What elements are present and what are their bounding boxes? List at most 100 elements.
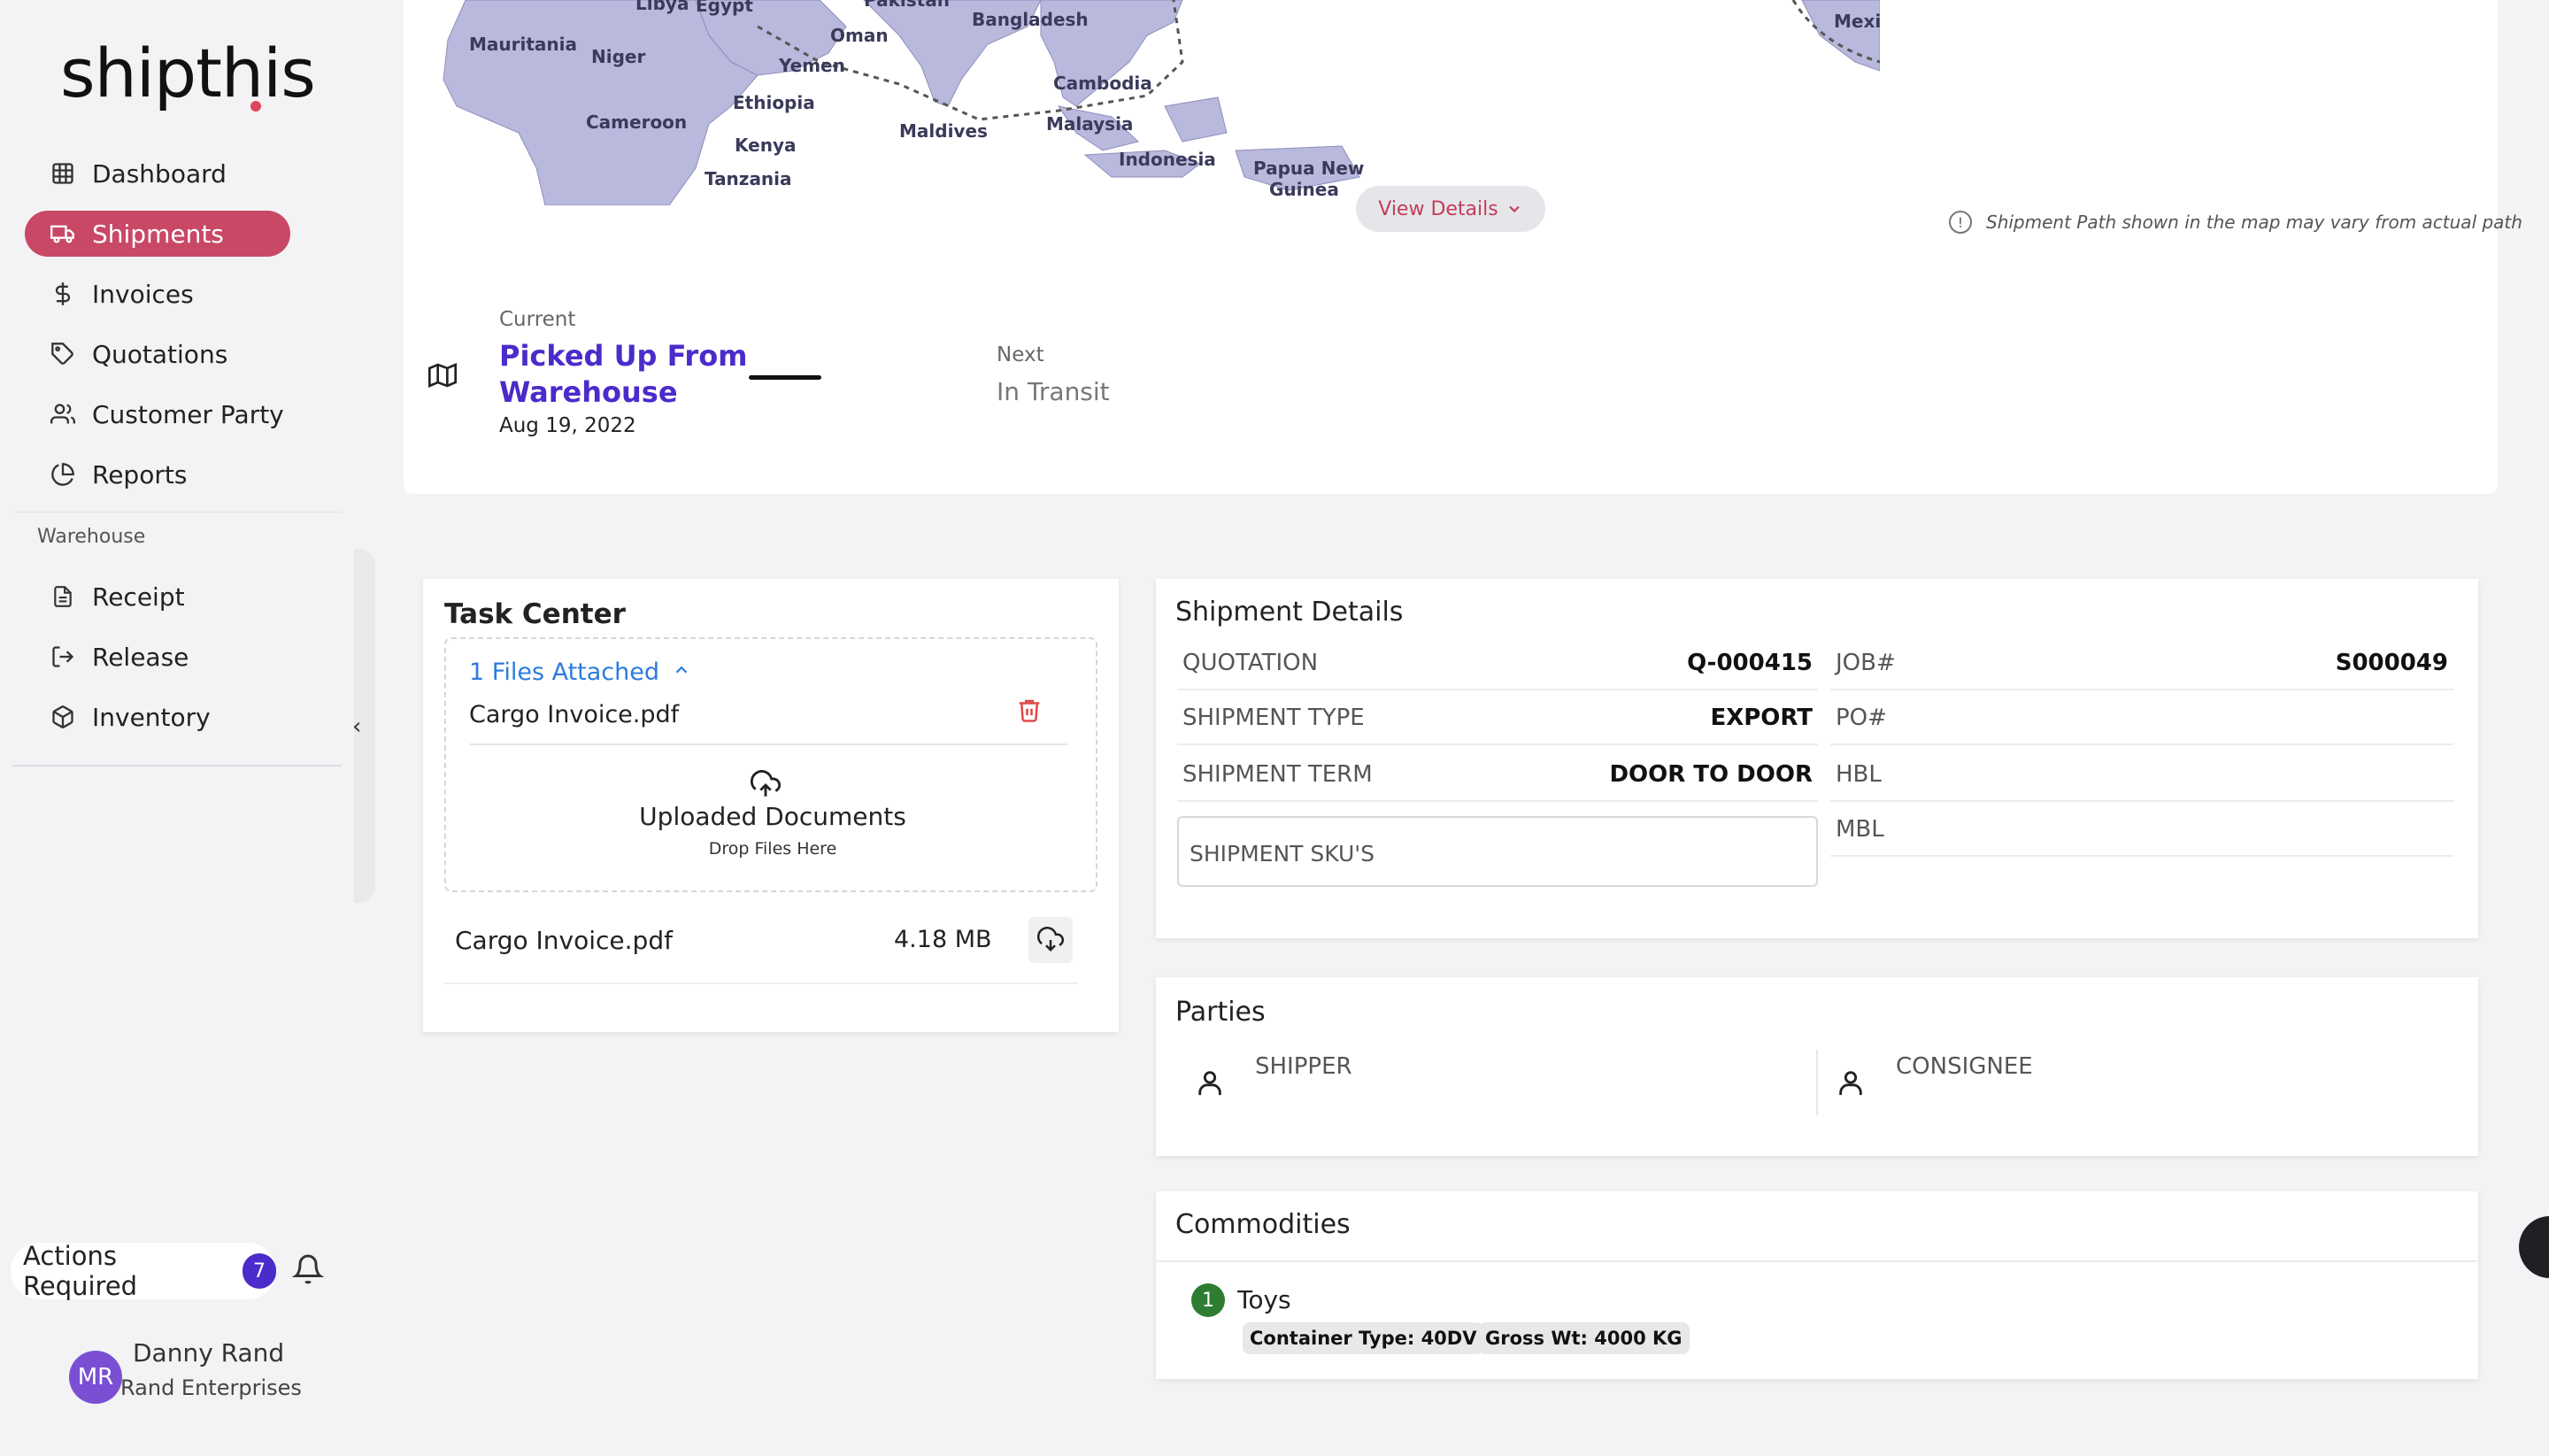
detail-key: JOB# xyxy=(1836,650,1896,676)
sidebar-item-receipt[interactable]: Receipt xyxy=(25,574,290,620)
map-disclaimer: ! Shipment Path shown in the map may var… xyxy=(1949,211,2522,234)
gross-weight-chip: Gross Wt: 4000 KG xyxy=(1478,1322,1690,1354)
shipper-label[interactable]: SHIPPER xyxy=(1255,1053,1352,1080)
grid-icon xyxy=(50,160,76,187)
map-icon[interactable] xyxy=(428,361,457,389)
detail-row-shipment-term: SHIPMENT TERM DOOR TO DOOR xyxy=(1177,747,1818,802)
shipment-sku-label: SHIPMENT SKU'S xyxy=(1190,841,1375,867)
chevron-left-icon[interactable]: ‹ xyxy=(352,713,370,740)
chat-launcher-button[interactable] xyxy=(2519,1216,2549,1278)
task-center-title: Task Center xyxy=(444,598,626,630)
sidebar-item-label: Inventory xyxy=(92,702,211,732)
consignee-label[interactable]: CONSIGNEE xyxy=(1896,1053,2033,1080)
file-icon xyxy=(50,583,76,610)
divider xyxy=(444,982,1078,984)
shipment-route-map[interactable]: Libya Egypt Pakistan Bangladesh Mexico M… xyxy=(404,0,1880,205)
sidebar-item-label: Customer Party xyxy=(92,399,284,429)
divider xyxy=(1156,1260,2478,1262)
commodities-card: Commodities 1 Toys Container Type: 40DV … xyxy=(1156,1191,2478,1379)
sidebar-item-customer-party[interactable]: Customer Party xyxy=(25,391,290,437)
detail-key: SHIPMENT TYPE xyxy=(1182,705,1365,731)
map-label: Tanzania xyxy=(705,168,792,189)
map-label: Kenya xyxy=(735,135,797,156)
map-label: Malaysia xyxy=(1046,113,1134,135)
files-attached-toggle[interactable]: 1 Files Attached xyxy=(469,659,691,686)
map-disclaimer-text: Shipment Path shown in the map may vary … xyxy=(1986,212,2522,233)
sidebar-item-label: Release xyxy=(92,642,189,672)
warehouse-section-label: Warehouse xyxy=(37,526,146,548)
container-type-chip: Container Type: 40DV xyxy=(1243,1322,1484,1354)
map-label: Cameroon xyxy=(586,112,688,133)
box-icon xyxy=(50,704,76,730)
divider xyxy=(469,743,1067,745)
sidebar-item-shipments[interactable]: Shipments xyxy=(25,211,290,257)
sidebar-item-invoices[interactable]: Invoices xyxy=(25,271,290,317)
user-icon xyxy=(1195,1066,1227,1101)
sidebar-item-release[interactable]: Release xyxy=(25,634,290,680)
map-label: Mexico xyxy=(1834,11,1880,32)
sidebar-item-label: Invoices xyxy=(92,279,194,309)
attached-file-name: Cargo Invoice.pdf xyxy=(469,701,680,728)
current-label: Current xyxy=(499,308,576,331)
map-label: Cambodia xyxy=(1053,73,1152,94)
task-center-card: Task Center 1 Files Attached Cargo Invoi… xyxy=(423,579,1119,1032)
sidebar-item-label: Dashboard xyxy=(92,158,227,189)
map-label: Papua New xyxy=(1253,158,1365,179)
status-progress-line xyxy=(749,375,821,380)
view-details-button[interactable]: View Details xyxy=(1356,186,1545,232)
shipment-sku-field[interactable]: SHIPMENT SKU'S xyxy=(1177,816,1818,887)
upload-hint: Drop Files Here xyxy=(708,839,837,859)
detail-row-shipment-type: SHIPMENT TYPE EXPORT xyxy=(1177,690,1818,745)
user-name: Danny Rand xyxy=(133,1338,285,1367)
detail-value: S000049 xyxy=(2335,650,2448,676)
map-label: Pakistan xyxy=(864,0,950,11)
actions-required-button[interactable]: Actions Required 7 xyxy=(11,1241,276,1301)
download-button[interactable] xyxy=(1028,917,1073,963)
commodity-name: Toys xyxy=(1237,1285,1291,1314)
detail-row-po: PO# xyxy=(1830,690,2453,745)
trash-icon[interactable] xyxy=(1016,696,1046,728)
map-label: Egypt xyxy=(696,0,753,16)
shipthis-logo[interactable]: shipthis xyxy=(60,34,316,112)
detail-value: Q-000415 xyxy=(1687,650,1813,676)
shipment-details-title: Shipment Details xyxy=(1175,597,1404,628)
file-dropzone[interactable]: 1 Files Attached Cargo Invoice.pdf Uploa… xyxy=(444,637,1097,892)
sidebar-item-dashboard[interactable]: Dashboard xyxy=(25,150,290,196)
pie-chart-icon xyxy=(50,461,76,488)
sidebar-item-quotations[interactable]: Quotations xyxy=(25,331,290,377)
next-status: In Transit xyxy=(997,377,1110,406)
current-date: Aug 19, 2022 xyxy=(499,414,636,437)
sidebar-item-inventory[interactable]: Inventory xyxy=(25,694,290,740)
map-label: Niger xyxy=(591,46,646,67)
next-label: Next xyxy=(997,343,1044,366)
logo-dot xyxy=(250,101,261,112)
avatar[interactable]: MR xyxy=(69,1351,122,1404)
sidebar-item-reports[interactable]: Reports xyxy=(25,451,290,497)
file-name: Cargo Invoice.pdf xyxy=(455,926,673,955)
detail-value: EXPORT xyxy=(1710,705,1813,731)
info-icon: ! xyxy=(1949,211,1972,234)
sidebar-item-label: Shipments xyxy=(92,219,224,249)
map-land-shapes xyxy=(443,0,1880,205)
commodity-index-badge: 1 xyxy=(1191,1283,1225,1317)
cloud-upload-icon xyxy=(750,770,782,802)
map-label: Mauritania xyxy=(469,34,578,55)
map-label: Guinea xyxy=(1269,179,1339,200)
map-label: Oman xyxy=(830,25,889,46)
detail-key: QUOTATION xyxy=(1182,650,1319,676)
user-icon xyxy=(1836,1066,1867,1101)
current-status: Picked Up From Warehouse xyxy=(499,339,748,409)
users-icon xyxy=(50,401,76,428)
commodities-title: Commodities xyxy=(1175,1209,1351,1240)
truck-icon xyxy=(50,220,76,247)
actions-count-badge: 7 xyxy=(243,1253,276,1289)
bell-icon[interactable] xyxy=(291,1253,327,1289)
sidebar-item-label: Quotations xyxy=(92,339,228,369)
sidebar-item-label: Reports xyxy=(92,459,188,489)
cloud-download-icon xyxy=(1037,927,1064,953)
detail-value: DOOR TO DOOR xyxy=(1609,761,1813,788)
detail-key: HBL xyxy=(1836,761,1882,788)
dollar-icon xyxy=(50,281,76,307)
parties-card: Parties SHIPPER CONSIGNEE xyxy=(1156,977,2478,1156)
user-org: Rand Enterprises xyxy=(120,1375,302,1400)
